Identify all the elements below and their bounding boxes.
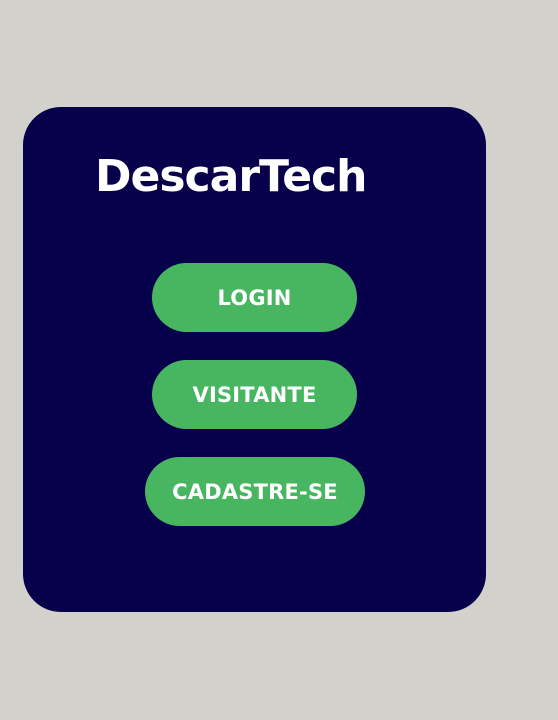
login-button[interactable]: LOGIN xyxy=(152,263,357,332)
visitor-button[interactable]: VISITANTE xyxy=(152,360,357,429)
welcome-card: DescarTech LOGIN VISITANTE CADASTRE-SE xyxy=(23,107,486,612)
app-title: DescarTech xyxy=(95,151,367,202)
signup-button[interactable]: CADASTRE-SE xyxy=(145,457,365,526)
